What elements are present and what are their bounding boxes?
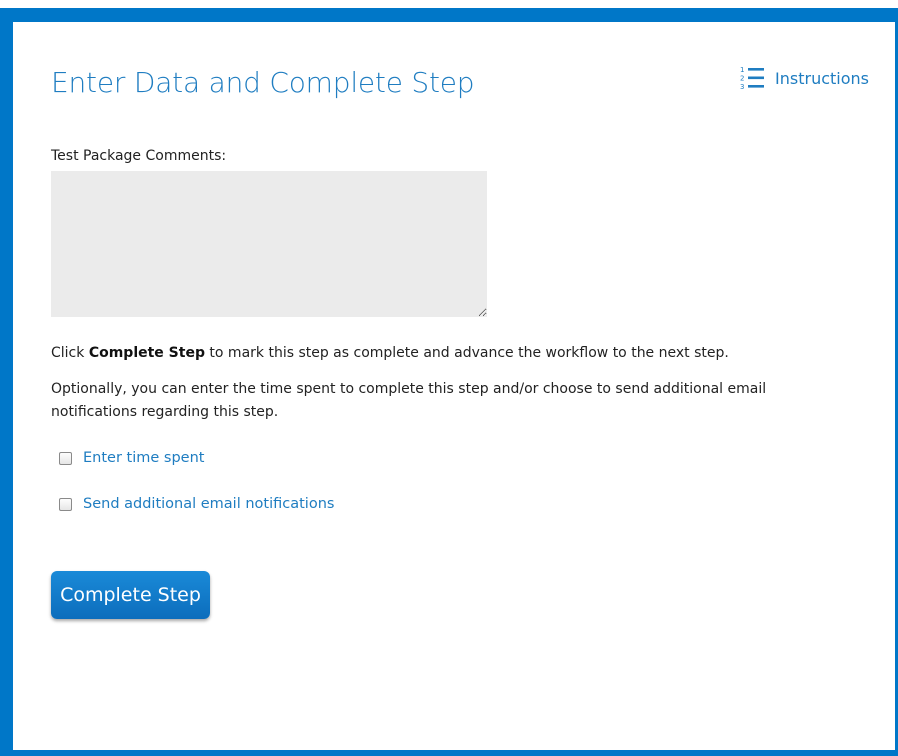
option-enter-time-spent[interactable]: Enter time spent: [59, 450, 204, 466]
enter-time-spent-label[interactable]: Enter time spent: [83, 450, 204, 466]
numbered-list-icon: 1 2 3: [740, 66, 765, 91]
enter-time-spent-checkbox[interactable]: [59, 451, 72, 465]
svg-text:2: 2: [740, 75, 744, 83]
complete-step-instruction: Click Complete Step to mark this step as…: [51, 342, 851, 365]
step-panel: Enter Data and Complete Step 1 2 3 Instr…: [13, 22, 895, 750]
comments-textarea[interactable]: [51, 171, 487, 317]
page-title: Enter Data and Complete Step: [51, 66, 475, 99]
complete-step-button[interactable]: Complete Step: [51, 571, 210, 619]
window-frame: Enter Data and Complete Step 1 2 3 Instr…: [0, 8, 898, 756]
intro-click-text: Click: [51, 345, 85, 361]
send-email-notifications-checkbox[interactable]: [59, 497, 72, 511]
svg-text:1: 1: [740, 66, 744, 74]
svg-text:3: 3: [740, 83, 744, 91]
intro-rest-text: to mark this step as complete and advanc…: [209, 345, 729, 361]
comments-label: Test Package Comments:: [51, 148, 227, 164]
instructions-link[interactable]: 1 2 3 Instructions: [739, 65, 869, 91]
instructions-label[interactable]: Instructions: [775, 69, 869, 88]
send-email-notifications-label[interactable]: Send additional email notifications: [83, 496, 334, 512]
optional-instruction: Optionally, you can enter the time spent…: [51, 381, 767, 420]
intro-bold-text: Complete Step: [88, 345, 205, 361]
option-send-email-notifications[interactable]: Send additional email notifications: [59, 496, 334, 512]
